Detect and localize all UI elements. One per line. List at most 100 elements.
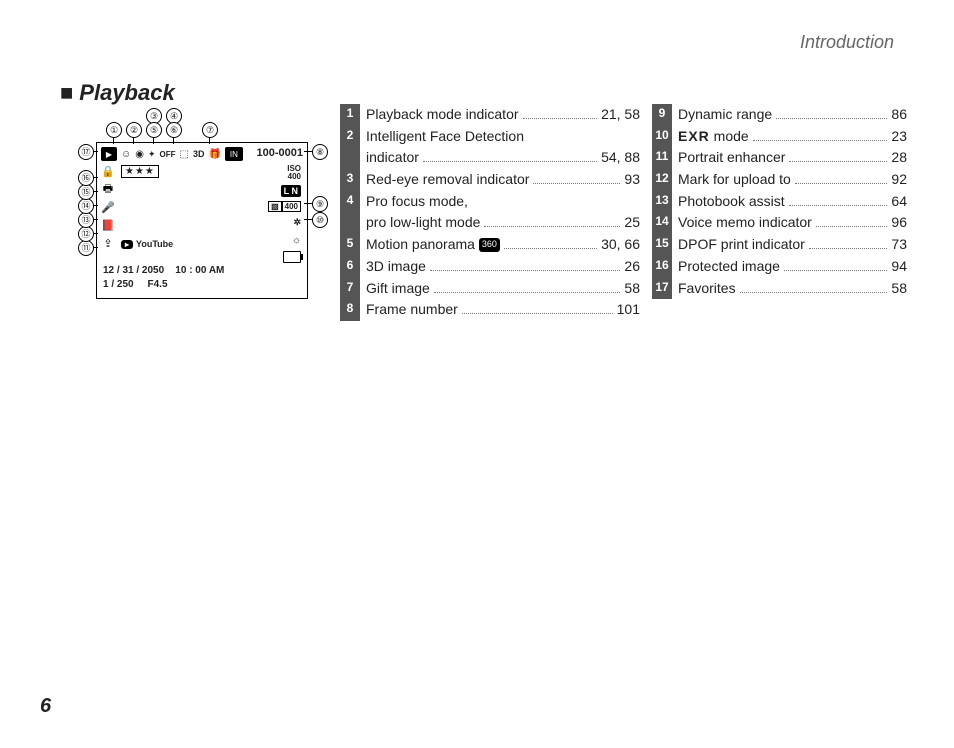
running-head: Introduction <box>800 32 894 53</box>
dynamic-range-badge: ▧400 <box>268 201 301 212</box>
red-eye-icon: ◉ <box>135 149 144 160</box>
callout-15: ⑮ <box>78 184 94 200</box>
legend-entry: Playback mode indicator21, 58 <box>366 104 640 126</box>
leader-dots <box>816 226 888 227</box>
legend-row: 4 Pro focus mode,pro low-light mode25 <box>340 191 640 234</box>
legend-label: Pro focus mode, <box>366 191 468 213</box>
legend-page: 28 <box>891 147 907 169</box>
legend-line: Voice memo indicator96 <box>678 212 907 234</box>
legend-row: 17 Favorites58 <box>652 278 907 300</box>
battery-icon <box>283 251 301 263</box>
leader-dots <box>462 313 613 314</box>
legend-line: Portrait enhancer28 <box>678 147 907 169</box>
leader-dots <box>784 270 887 271</box>
callout-7: ⑦ <box>202 122 218 138</box>
leader-dots <box>809 248 888 249</box>
legend-number: 1 <box>340 104 360 126</box>
legend-page: 64 <box>891 191 907 213</box>
section-title-text: Playback <box>79 80 174 105</box>
legend-label: Frame number <box>366 299 458 321</box>
leader-dots <box>523 118 598 119</box>
legend-line: DPOF print indicator73 <box>678 234 907 256</box>
legend-line: Favorites58 <box>678 278 907 300</box>
legend-row: 11 Portrait enhancer28 <box>652 147 907 169</box>
legend-entry: Red-eye removal indicator93 <box>366 169 640 191</box>
callout-17: ⑰ <box>78 144 94 160</box>
legend-label: Mark for upload to <box>678 169 791 191</box>
legend-line: Photobook assist64 <box>678 191 907 213</box>
legend-line: 3D image26 <box>366 256 640 278</box>
leader-dots <box>776 118 887 119</box>
legend-number: 17 <box>652 278 672 300</box>
legend-number: 4 <box>340 191 360 234</box>
legend-entry: Mark for upload to92 <box>678 169 907 191</box>
legend-row: 5Motion panorama 36030, 66 <box>340 234 640 256</box>
protected-icon: 🔒 <box>101 165 115 177</box>
legend-page: 94 <box>891 256 907 278</box>
legend-row: 9 Dynamic range 86 <box>652 104 907 126</box>
leader-dots <box>740 292 888 293</box>
legend-number: 9 <box>652 104 672 126</box>
legend-page: 30, 66 <box>601 234 640 256</box>
page: Introduction ■Playback 6 ① ② ③ ④ ⑤ ⑥ ⑦ ⑧… <box>0 0 954 748</box>
legend-page: 26 <box>624 256 640 278</box>
legend-line: Pro focus mode, <box>366 191 640 213</box>
legend-page: 54, 88 <box>601 147 640 169</box>
legend-line: Playback mode indicator21, 58 <box>366 104 640 126</box>
upload-icon: ⇪ <box>101 237 115 249</box>
legend-line: EXR mode23 <box>678 126 907 148</box>
callout-12: ⑫ <box>78 226 94 242</box>
lcd-screen: ▶ ☺ ◉ ✦ OFF ⬚ 3D 🎁 IN 100-0001 ISO 400 L… <box>96 142 308 299</box>
legend-label: Protected image <box>678 256 780 278</box>
callout-11: ⑪ <box>78 240 94 256</box>
legend-number: 11 <box>652 147 672 169</box>
callout-6: ⑥ <box>166 122 182 138</box>
leader-dots <box>533 183 620 184</box>
legend-row: 8 Frame number 101 <box>340 299 640 321</box>
playback-mode-icon: ▶ <box>101 147 117 161</box>
legend-number: 8 <box>340 299 360 321</box>
legend-number: 13 <box>652 191 672 213</box>
leader-dots <box>423 161 597 162</box>
legend-entry: Dynamic range 86 <box>678 104 907 126</box>
meta-date: 12 / 31 / 2050 <box>103 265 164 276</box>
legend-number: 14 <box>652 212 672 234</box>
legend-line: Frame number 101 <box>366 299 640 321</box>
legend-label: pro low-light mode <box>366 212 480 234</box>
leader-dots <box>504 248 597 249</box>
legend-line: pro low-light mode25 <box>366 212 640 234</box>
legend-page: 96 <box>891 212 907 234</box>
legend-label: Gift image <box>366 278 430 300</box>
legend-row: 13 Photobook assist64 <box>652 191 907 213</box>
legend-label: indicator <box>366 147 419 169</box>
legend-page: 86 <box>891 104 907 126</box>
gift-icon: 🎁 <box>208 149 220 160</box>
legend-label: Red-eye removal indicator <box>366 169 529 191</box>
meta-aperture: F4.5 <box>148 279 168 290</box>
legend-line: Gift image58 <box>366 278 640 300</box>
iso-value: 400 <box>287 173 301 181</box>
internal-memory-icon: IN <box>225 147 243 161</box>
legend-number: 3 <box>340 169 360 191</box>
legend-entry: Gift image58 <box>366 278 640 300</box>
legend-entry: EXR mode23 <box>678 126 907 148</box>
legend-page: 101 <box>617 299 640 321</box>
leader-dots <box>795 183 888 184</box>
legend-page: 73 <box>891 234 907 256</box>
legend-column-left: 1Playback mode indicator21, 582Intellige… <box>340 104 640 321</box>
legend-row: 3 Red-eye removal indicator93 <box>340 169 640 191</box>
leader-dots <box>753 140 888 141</box>
legend-label: Intelligent Face Detection <box>366 126 524 148</box>
leader-dots <box>434 292 621 293</box>
size-quality-badge: L N <box>281 185 301 197</box>
legend-label: Dynamic range <box>678 104 772 126</box>
favorites-stars: ★★★ <box>121 165 159 178</box>
legend-page: 23 <box>891 126 907 148</box>
leader-dots <box>789 205 888 206</box>
legend-line: Intelligent Face Detection <box>366 126 640 148</box>
callout-9: ⑨ <box>312 196 328 212</box>
panorama-icon: ⬚ <box>180 149 189 160</box>
legend-line: Red-eye removal indicator93 <box>366 169 640 191</box>
legend-number: 6 <box>340 256 360 278</box>
legend-row: 7Gift image58 <box>340 278 640 300</box>
